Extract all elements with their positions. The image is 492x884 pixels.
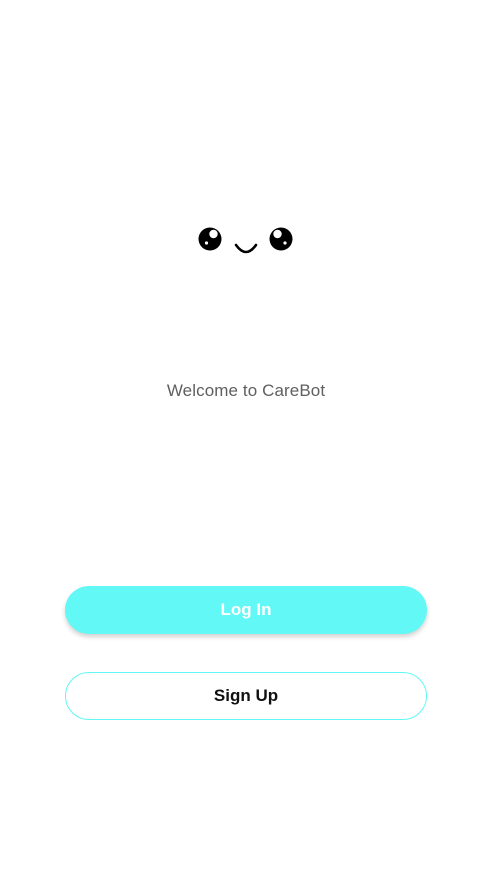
welcome-screen: Welcome to CareBot Log In Sign Up [0, 0, 492, 884]
right-eye-icon [269, 227, 293, 251]
login-button[interactable]: Log In [65, 586, 427, 634]
mouth-icon [234, 243, 258, 254]
signup-button[interactable]: Sign Up [65, 672, 427, 720]
login-button-label: Log In [220, 600, 272, 619]
signup-button-label: Sign Up [213, 686, 279, 705]
welcome-text: Welcome to CareBot [166, 381, 326, 400]
left-eye-icon [198, 227, 222, 251]
smiley-face-icon [196, 224, 296, 260]
